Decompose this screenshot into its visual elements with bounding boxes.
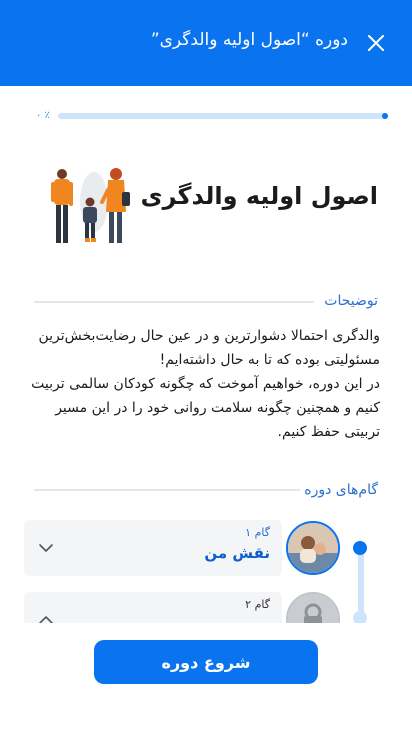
step-image [288,523,338,573]
divider [34,301,314,303]
divider [34,489,300,491]
step-name: نقش من [204,544,270,562]
header: دوره “اصول اولیه والدگری” [0,0,412,86]
family-illustration [51,168,130,243]
close-icon[interactable] [366,33,386,53]
step-card[interactable]: گام ۱ نقش من [24,520,282,576]
progress-label: ۰ ٪ [36,110,50,121]
course-title: اصول اولیه والدگری [140,182,378,210]
header-title: دوره “اصول اولیه والدگری” [150,30,348,50]
steps-list[interactable]: گام ۱ نقش من گام ۲ [0,512,412,623]
step-avatar-locked [286,592,340,623]
step-number: گام ۱ [245,526,270,539]
description-paragraph: والدگری احتمالا دشوارترین و در عین حال ر… [38,328,381,368]
steps-heading: گام‌های دوره [304,482,378,498]
progress-track [58,113,388,119]
description-paragraph: در این دوره، خواهیم آموخت که چگونه کودکا… [31,376,380,440]
timeline-dot [353,611,367,623]
timeline-dot-active [353,541,367,555]
course-progress: ۰ ٪ [36,110,388,124]
course-description: والدگری احتمالا دشوارترین و در عین حال ر… [30,324,380,444]
step-number: گام ۲ [245,598,270,611]
start-course-button[interactable]: شروع دوره [94,640,318,684]
description-heading: توضیحات [324,293,378,309]
chevron-up-icon[interactable] [38,612,54,623]
step-card[interactable]: گام ۲ [24,592,282,623]
chevron-down-icon[interactable] [38,540,54,556]
progress-fill [382,113,388,119]
lock-icon [288,594,338,623]
step-avatar [286,521,340,575]
